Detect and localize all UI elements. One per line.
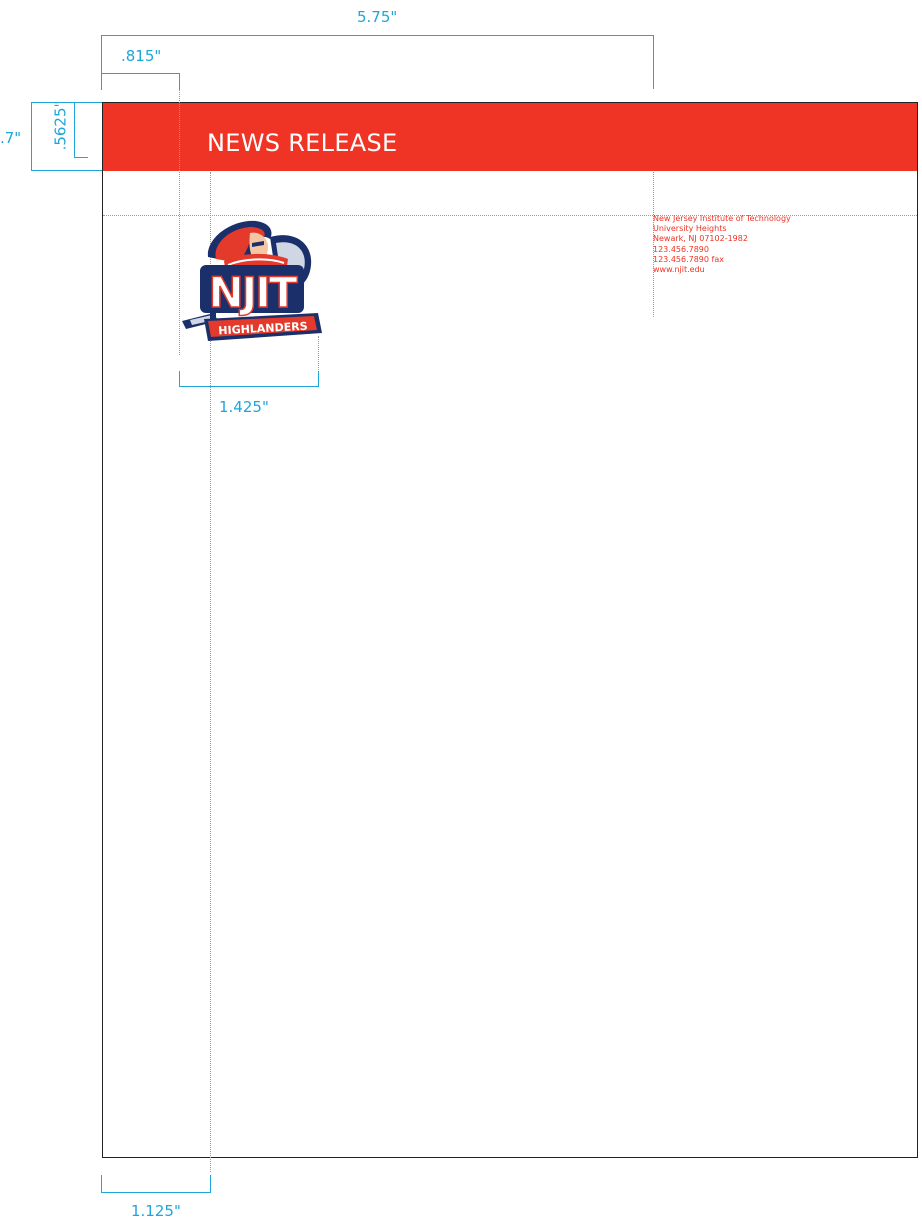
dimension-label-left-margin: 1.125" (131, 1202, 181, 1220)
njit-wordmark: NJIT (200, 265, 304, 318)
address-line-website: www.njit.edu (653, 265, 705, 275)
dimension-line-logo-offset-left-tick (101, 73, 102, 90)
dimension-line-banner-inner-top-tick (74, 102, 88, 103)
dimension-line-logo-width-bottom (179, 386, 319, 387)
dimension-label-logo-offset: .815" (121, 47, 162, 65)
dimension-label-logo-width: 1.425" (219, 398, 269, 416)
address-line-phone: 123.456.7890 (653, 244, 709, 254)
dimension-line-left-margin-left-tick (101, 1175, 102, 1193)
dimension-line-banner-outer-bottom-tick (31, 170, 102, 171)
dimension-line-banner-inner-vertical (74, 102, 75, 158)
address-block: New Jersey Institute of Technology Unive… (653, 214, 791, 275)
svg-text:NJIT: NJIT (208, 268, 297, 317)
dimension-line-left-margin-right-tick (210, 1175, 211, 1193)
dimension-line-logo-width-right-tick (318, 371, 319, 387)
page-title: NEWS RELEASE (207, 129, 398, 157)
dimension-line-logo-offset-top (101, 73, 180, 74)
address-line-city: Newark, NJ 07102-1982 (653, 234, 748, 244)
dimension-label-banner-outer: .7" (0, 129, 22, 147)
address-line-campus: University Heights (653, 224, 727, 234)
address-line-fax: 123.456.7890 fax (653, 254, 724, 264)
dimension-line-logo-width-left-tick (179, 371, 180, 387)
highlanders-ribbon: HIGHLANDERS (204, 313, 322, 341)
dimension-line-width-right-tick (653, 35, 654, 89)
dimension-label-width: 5.75" (357, 8, 398, 26)
dimension-line-banner-inner-bottom-tick (74, 157, 88, 158)
guide-horizontal-content-top (103, 215, 917, 216)
address-line-institution: New Jersey Institute of Technology (653, 214, 791, 223)
dimension-line-logo-offset-right-tick (179, 73, 180, 90)
dimension-line-width-top (101, 35, 654, 36)
dimension-line-banner-outer-vertical (31, 102, 32, 171)
dimension-line-left-margin-bottom (101, 1192, 211, 1193)
njit-highlanders-logo: NJIT HIGHLANDERS (182, 220, 322, 341)
dimension-label-banner-inner: .5625" (51, 100, 70, 151)
